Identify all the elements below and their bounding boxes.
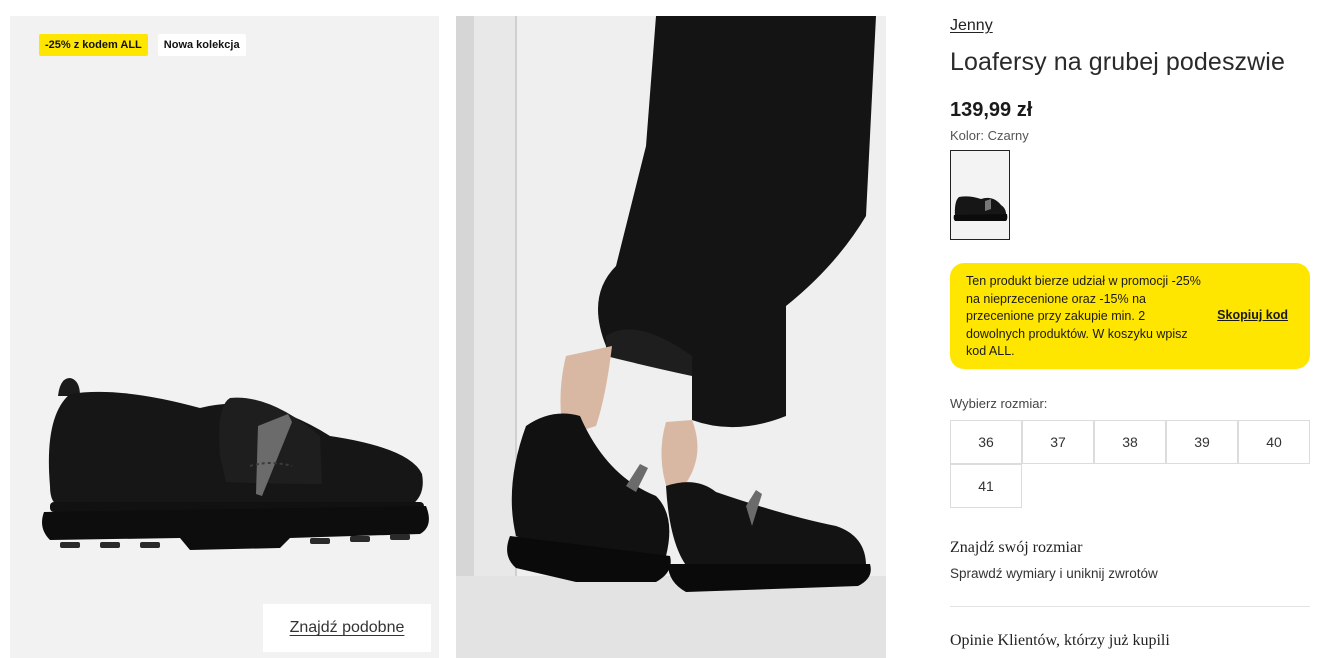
divider xyxy=(950,606,1310,607)
loafer-shoe-image xyxy=(42,378,429,550)
loafer-thumbnail-image xyxy=(953,196,1008,221)
size-option-36[interactable]: 36 xyxy=(950,420,1022,464)
copy-code-button[interactable]: Skopiuj kod xyxy=(1217,308,1288,322)
model-wearing-loafers-image xyxy=(456,16,886,658)
color-label: Kolor: Czarny xyxy=(950,128,1029,143)
size-selector-label: Wybierz rozmiar: xyxy=(950,396,1048,411)
badge-group: -25% z kodem ALL Nowa kolekcja xyxy=(39,34,246,56)
product-price: 139,99 zł xyxy=(950,99,1033,121)
promo-text: Ten produkt bierze udział w promocji -25… xyxy=(966,274,1201,358)
find-size-subtitle: Sprawdź wymiary i uniknij zwrotów xyxy=(950,566,1158,581)
promo-banner: Ten produkt bierze udział w promocji -25… xyxy=(950,263,1310,369)
size-option-38[interactable]: 38 xyxy=(1094,420,1166,464)
product-title: Loafersy na grubej podeszwie xyxy=(950,48,1285,76)
find-similar-button[interactable]: Znajdź podobne xyxy=(263,604,431,652)
color-swatch-black[interactable] xyxy=(950,150,1010,240)
size-option-40[interactable]: 40 xyxy=(1238,420,1310,464)
new-collection-badge: Nowa kolekcja xyxy=(157,34,246,56)
size-option-41[interactable]: 41 xyxy=(950,464,1022,508)
promo-badge: -25% z kodem ALL xyxy=(39,34,148,56)
size-option-37[interactable]: 37 xyxy=(1022,420,1094,464)
product-photo-lifestyle[interactable] xyxy=(456,16,886,658)
product-photo-main[interactable]: -25% z kodem ALL Nowa kolekcja Znajdź po… xyxy=(10,16,439,658)
size-option-39[interactable]: 39 xyxy=(1166,420,1238,464)
brand-link[interactable]: Jenny xyxy=(950,17,993,35)
reviews-title[interactable]: Opinie Klientów, którzy już kupili xyxy=(950,632,1170,650)
find-size-title[interactable]: Znajdź swój rozmiar xyxy=(950,539,1082,557)
